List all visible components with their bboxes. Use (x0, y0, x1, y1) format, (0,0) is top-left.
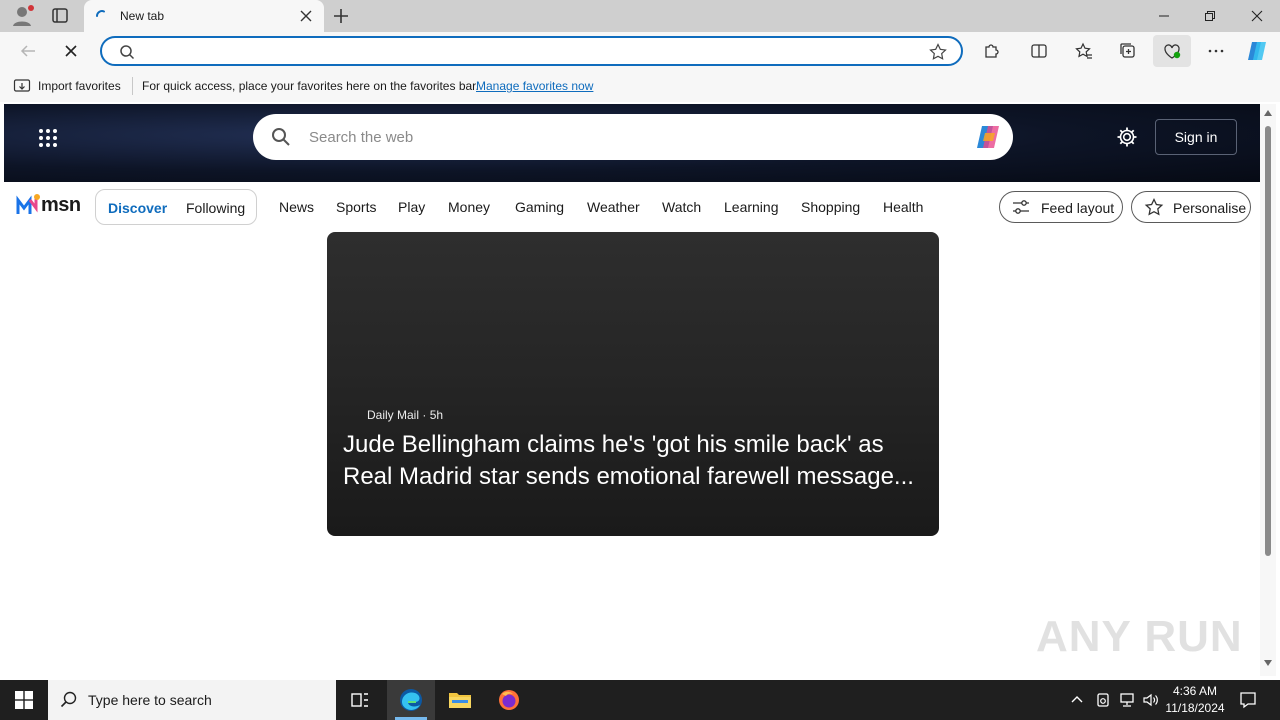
personalise-label: Personalise (1173, 200, 1247, 216)
nav-item-sports[interactable]: Sports (336, 199, 376, 215)
scroll-down-icon[interactable] (1264, 660, 1272, 666)
page-scrollbar[interactable] (1260, 104, 1276, 676)
web-search-input[interactable]: Search the web (309, 129, 413, 146)
favorites-hint: For quick access, place your favorites h… (142, 79, 479, 93)
tab-title: New tab (120, 9, 165, 23)
close-tab-icon[interactable] (298, 8, 314, 24)
settings-gear-icon[interactable] (1116, 126, 1138, 148)
clock-time: 4:36 AM (1172, 684, 1218, 698)
favbar-divider (132, 77, 133, 95)
copilot-search-icon[interactable] (973, 123, 1003, 151)
card-source[interactable]: Daily Mail · 5h (367, 408, 443, 422)
scrollbar-thumb[interactable] (1265, 126, 1271, 556)
nav-item-learning[interactable]: Learning (724, 199, 779, 215)
edge-taskbar-icon[interactable] (387, 680, 435, 720)
nav-item-money[interactable]: Money (448, 199, 490, 215)
show-hidden-icons-icon[interactable] (1070, 692, 1084, 706)
personalise-icon (1144, 198, 1164, 216)
manage-favorites-link[interactable]: Manage favorites now (476, 79, 593, 93)
card-title[interactable]: Jude Bellingham claims he's 'got his smi… (343, 429, 927, 493)
browser-essentials-icon[interactable] (1153, 35, 1191, 67)
sign-in-button[interactable]: Sign in (1155, 119, 1237, 155)
minimize-icon[interactable] (1141, 0, 1187, 32)
taskbar: Type here to search 4:36 AM 11/18/2024 (0, 680, 1280, 720)
firefox-icon[interactable] (485, 680, 533, 720)
more-options-icon[interactable] (1203, 38, 1229, 64)
web-search-box[interactable]: Search the web (253, 114, 1013, 160)
hero-banner: Search the web Sign in (4, 104, 1260, 182)
feed-layout-button[interactable]: Feed layout (999, 191, 1123, 223)
tab-following[interactable]: Following (186, 200, 245, 216)
import-favorites-button[interactable]: Import favorites (38, 79, 121, 93)
feed-layout-label: Feed layout (1041, 200, 1115, 216)
app-launcher-icon[interactable] (38, 128, 58, 148)
sliders-icon (1012, 199, 1030, 215)
profile-icon[interactable] (8, 3, 36, 29)
clock-date: 11/18/2024 (1165, 701, 1225, 715)
personalise-button[interactable]: Personalise (1131, 191, 1251, 223)
nav-item-watch[interactable]: Watch (662, 199, 701, 215)
nav-item-health[interactable]: Health (883, 199, 923, 215)
stop-loading-icon[interactable] (58, 38, 84, 64)
system-clock[interactable]: 4:36 AM 11/18/2024 (1160, 683, 1230, 717)
close-window-icon[interactable] (1234, 0, 1280, 32)
nav-item-gaming[interactable]: Gaming (515, 199, 564, 215)
tab-discover[interactable]: Discover (108, 200, 167, 216)
nav-item-weather[interactable]: Weather (587, 199, 640, 215)
nav-item-play[interactable]: Play (398, 199, 425, 215)
taskbar-search-icon (60, 691, 78, 709)
notifications-icon[interactable] (1239, 691, 1257, 709)
news-card[interactable]: Daily Mail · 5h Jude Bellingham claims h… (327, 232, 939, 536)
tab-actions-icon[interactable] (48, 6, 72, 26)
msn-logo-text[interactable]: msn (41, 194, 81, 217)
tab-strip: New tab (0, 0, 1280, 32)
scroll-up-icon[interactable] (1264, 110, 1272, 116)
back-icon[interactable] (15, 38, 41, 64)
new-tab-icon[interactable] (330, 6, 352, 26)
loading-spinner-icon (94, 8, 110, 24)
volume-icon[interactable] (1142, 692, 1160, 708)
web-search-icon (271, 127, 291, 147)
favorite-star-icon[interactable] (929, 43, 947, 61)
favorites-icon[interactable] (1071, 38, 1097, 64)
windows-start-icon[interactable] (0, 680, 48, 720)
task-view-icon[interactable] (336, 680, 384, 720)
msn-page: Search the web Sign in msn Discover Foll… (4, 104, 1260, 676)
split-screen-icon[interactable] (1026, 38, 1052, 64)
restore-icon[interactable] (1187, 0, 1233, 32)
search-icon (119, 44, 135, 60)
copilot-icon[interactable] (1244, 38, 1270, 64)
watermark: ANY RUN (1036, 612, 1243, 661)
favorites-bar: Import favorites For quick access, place… (0, 70, 1280, 102)
import-favorites-icon[interactable] (13, 78, 31, 94)
tab-new-tab[interactable]: New tab (84, 0, 324, 32)
address-bar[interactable] (100, 36, 963, 66)
card-age: 5h (429, 408, 444, 422)
msn-logo-icon[interactable] (16, 192, 42, 218)
taskbar-search-box[interactable]: Type here to search (48, 680, 336, 720)
browser-toolbar (0, 32, 1280, 70)
feed-segment-control: Discover Following (95, 189, 257, 225)
network-icon[interactable] (1118, 692, 1136, 708)
extensions-icon[interactable] (978, 38, 1004, 64)
msn-nav: msn Discover Following News Sports Play … (4, 182, 1260, 232)
nav-item-shopping[interactable]: Shopping (801, 199, 860, 215)
file-explorer-icon[interactable] (436, 680, 484, 720)
taskbar-search-input[interactable]: Type here to search (88, 692, 212, 708)
device-icon[interactable] (1095, 692, 1111, 708)
nav-item-news[interactable]: News (279, 199, 314, 215)
collections-icon[interactable] (1115, 38, 1141, 64)
